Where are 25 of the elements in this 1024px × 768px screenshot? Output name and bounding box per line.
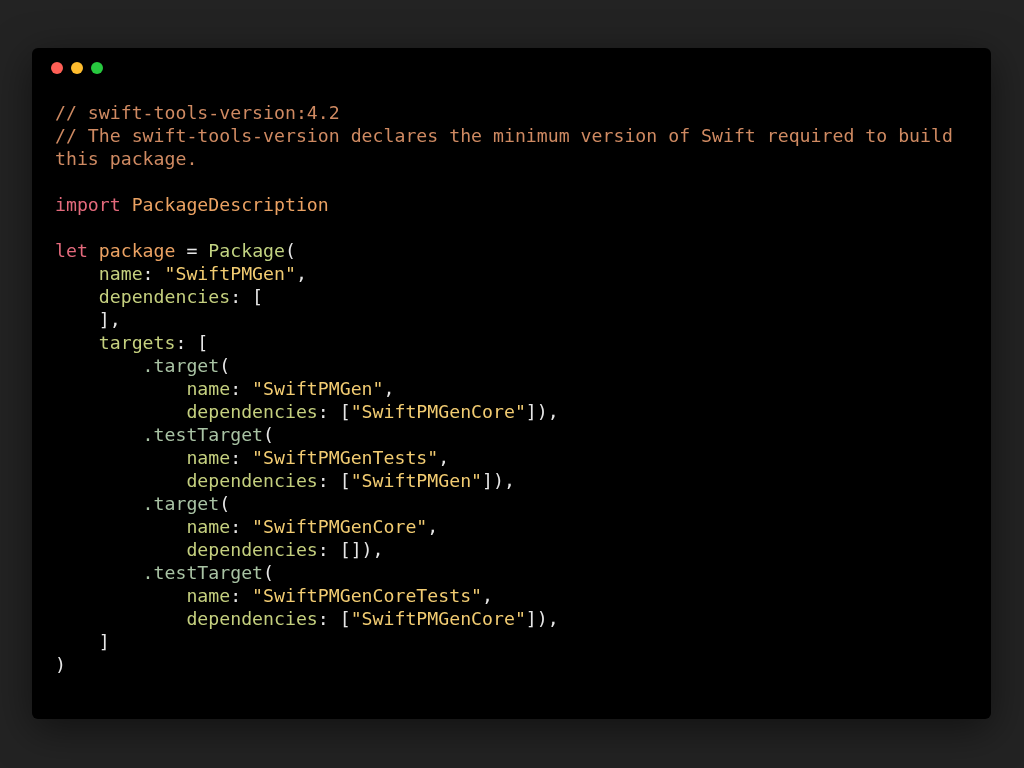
window-control-button[interactable] xyxy=(51,62,63,74)
code-line: name: "SwiftPMGenCore", xyxy=(186,515,439,538)
code-line: ] xyxy=(98,630,110,653)
code-line: .testTarget( xyxy=(142,423,274,446)
code-comment: // The swift-tools-version declares the minimum version of Swift required to build this package. xyxy=(55,124,954,170)
code-line: ) xyxy=(55,653,66,676)
code-line: dependencies: ["SwiftPMGenCore"]), xyxy=(186,607,559,630)
code-line: ], xyxy=(98,308,121,331)
window-control-button[interactable] xyxy=(71,62,83,74)
code-line: import PackageDescription xyxy=(55,193,329,216)
code-line: .target( xyxy=(142,492,231,515)
code-line: name: "SwiftPMGenTests", xyxy=(186,446,450,469)
code-line: dependencies: ["SwiftPMGen"]), xyxy=(186,469,515,492)
code-line: targets: [ xyxy=(98,331,209,354)
code-line: .testTarget( xyxy=(142,561,274,584)
window-control-button[interactable] xyxy=(91,62,103,74)
code-line: dependencies: [ xyxy=(98,285,264,308)
code-line: name: "SwiftPMGen", xyxy=(98,262,307,285)
code-comment: // swift-tools-version:4.2 xyxy=(55,101,340,124)
code-line: name: "SwiftPMGen", xyxy=(186,377,395,400)
code-line: dependencies: []), xyxy=(186,538,384,561)
code-line: .target( xyxy=(142,354,231,377)
code-line: dependencies: ["SwiftPMGenCore"]), xyxy=(186,400,559,423)
code-line: let package = Package( xyxy=(55,239,296,262)
code-line: name: "SwiftPMGenCoreTests", xyxy=(186,584,493,607)
